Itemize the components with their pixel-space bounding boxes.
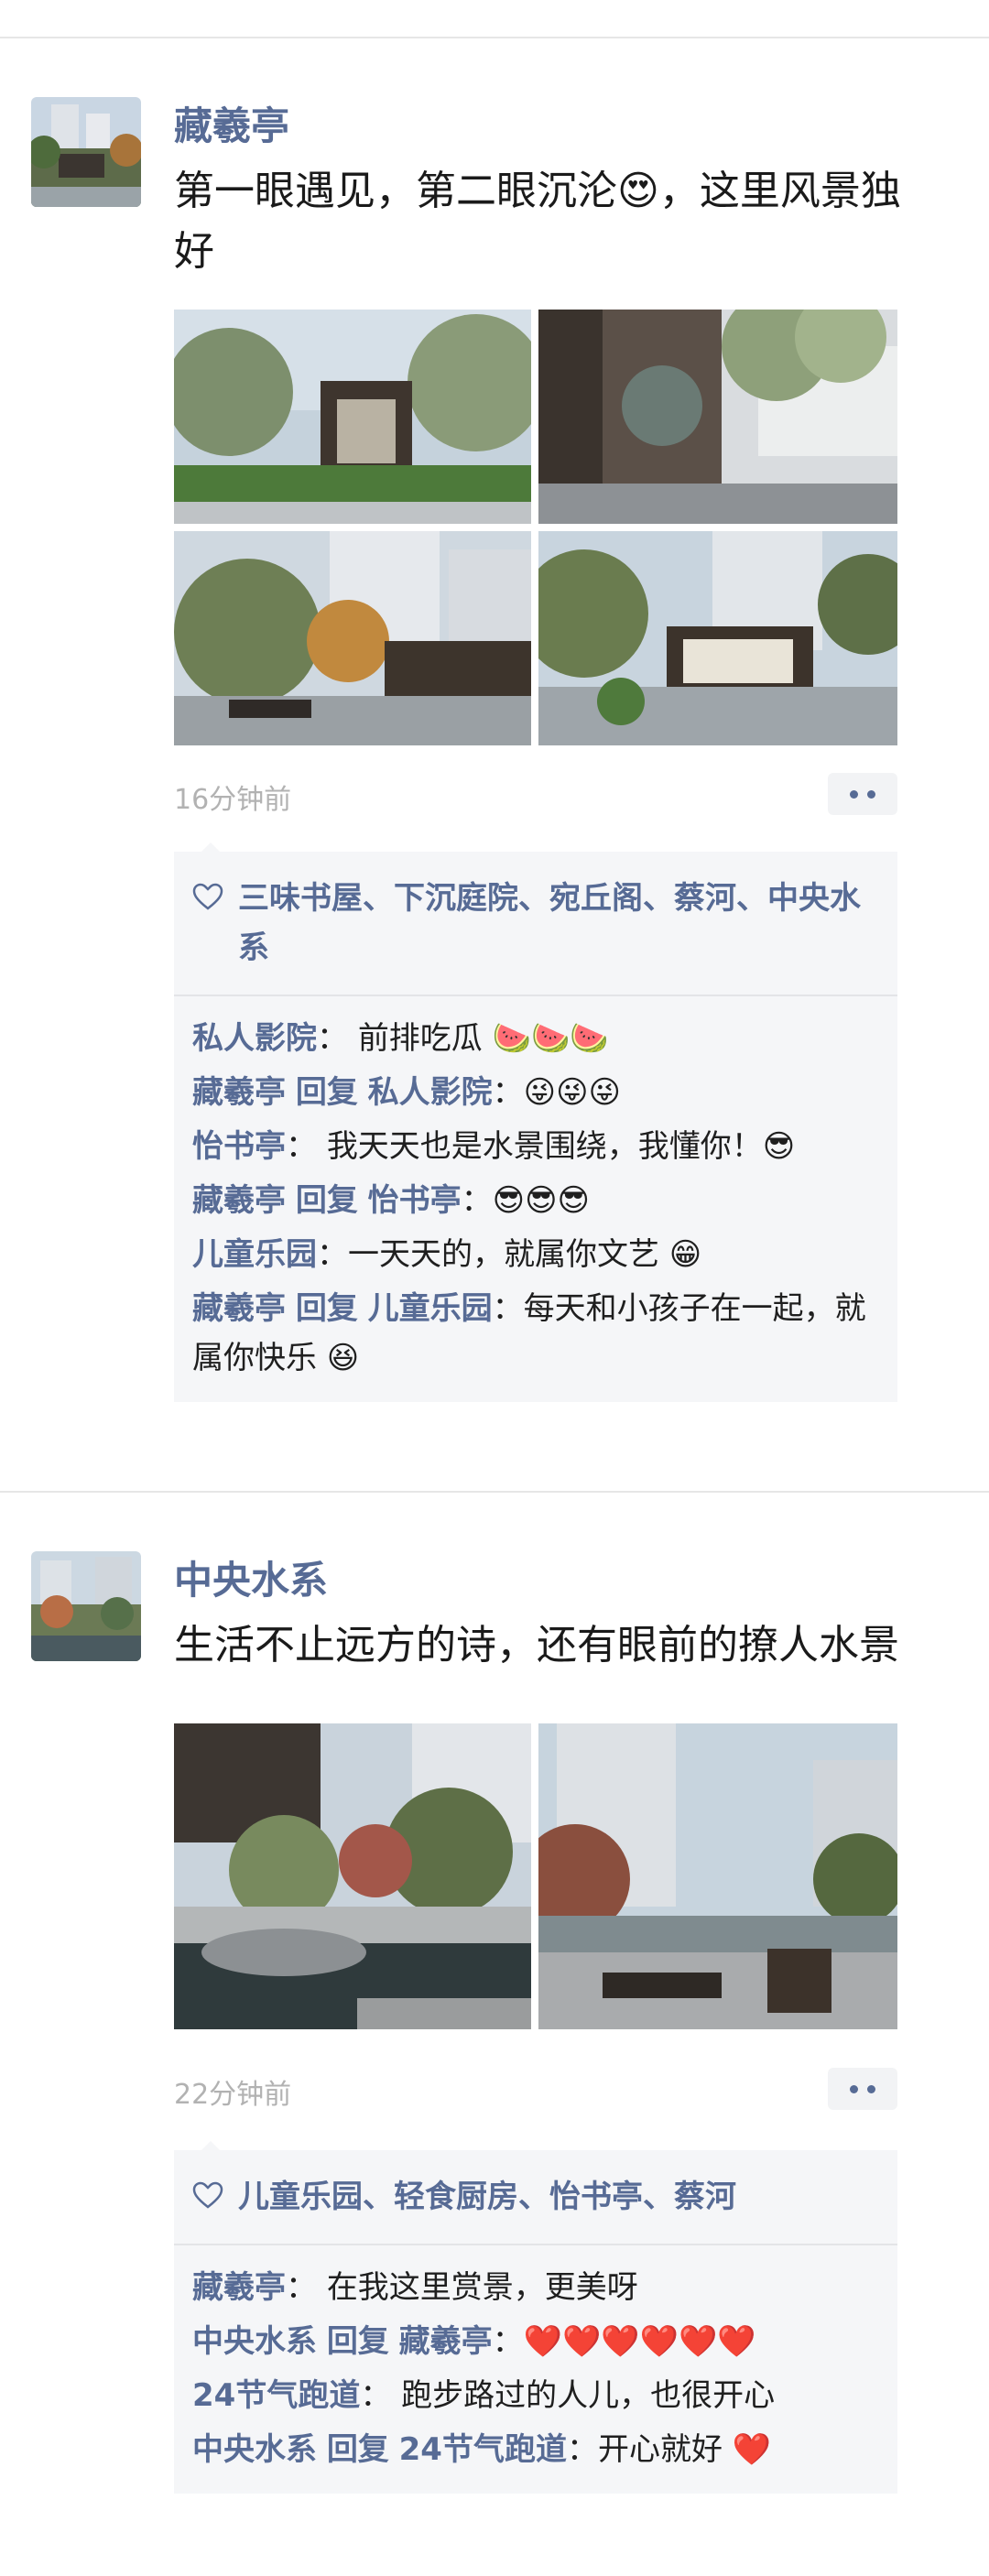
comment[interactable]: 藏羲亭 回复 怡书亭：😎😎😎 [192, 1176, 879, 1225]
reply-to-name[interactable]: 藏羲亭 [399, 2323, 493, 2360]
comment-list: 藏羲亭： 在我这里赏景，更美呀 中央水系 回复 藏羲亭：❤️❤️❤️❤️❤️❤️… [174, 2245, 897, 2494]
colon: ： [566, 2431, 598, 2468]
heart-icon [192, 2181, 223, 2209]
post-photo[interactable] [174, 310, 531, 524]
post-photo[interactable] [174, 1723, 531, 2029]
colon: ： [492, 2323, 524, 2360]
post-time: 16分钟前 [174, 784, 292, 816]
comment-text: 😎😎😎 [492, 1182, 590, 1219]
post-photo[interactable] [538, 1723, 897, 2029]
comment[interactable]: 私人影院： 前排吃瓜 🍉🍉🍉 [192, 1014, 879, 1063]
reply-to-name[interactable]: 私人影院 [368, 1074, 493, 1111]
reaction-panel: 三味书屋、下沉庭院、宛丘阁、蔡河、中央水系 私人影院： 前排吃瓜 🍉🍉🍉 藏羲亭… [174, 842, 897, 1402]
dot-icon [850, 789, 858, 799]
avatar[interactable] [31, 97, 141, 207]
more-options-button[interactable] [828, 2068, 897, 2110]
commenter-name[interactable]: 私人影院 [192, 1020, 317, 1057]
comment-list: 私人影院： 前排吃瓜 🍉🍉🍉 藏羲亭 回复 私人影院：😜😜😜 怡书亭： 我天天也… [174, 996, 897, 1402]
comment-text: 我天天也是水景围绕，我懂你！😎 [326, 1128, 796, 1165]
comment-text: 开心就好 ❤️ [597, 2431, 772, 2468]
colon: ： [286, 2269, 317, 2306]
commenter-name[interactable]: 中央水系 [192, 2431, 317, 2468]
more-options-button[interactable] [828, 773, 897, 815]
colon: ： [492, 1290, 524, 1327]
post-photo[interactable] [174, 531, 531, 745]
post-photo[interactable] [538, 310, 897, 524]
commenter-name[interactable]: 藏羲亭 [192, 1182, 286, 1219]
colon: ： [317, 1020, 348, 1057]
comment[interactable]: 中央水系 回复 24节气跑道：开心就好 ❤️ [192, 2425, 879, 2474]
comment[interactable]: 儿童乐园：一天天的，就属你文艺 😁 [192, 1230, 879, 1279]
colon: ： [317, 1236, 348, 1273]
colon: ： [461, 1182, 493, 1219]
heart-icon [192, 883, 223, 910]
comment-text: 在我这里赏景，更美呀 [326, 2269, 638, 2306]
top-divider [0, 37, 989, 38]
reply-label: 回复 [295, 1290, 358, 1327]
colon: ： [286, 1128, 317, 1165]
like-list[interactable]: 儿童乐园、轻食厨房、怡书亭、蔡河 [174, 2150, 897, 2244]
dot-icon [867, 2084, 875, 2093]
dot-icon [867, 789, 875, 799]
comment-text: 😜😜😜 [523, 1074, 621, 1111]
reply-label: 回复 [295, 1074, 358, 1111]
commenter-name[interactable]: 藏羲亭 [192, 1290, 286, 1327]
post-photo[interactable] [538, 531, 897, 745]
colon: ： [492, 1074, 524, 1111]
comment-text: ❤️❤️❤️❤️❤️❤️ [523, 2323, 756, 2360]
dot-icon [850, 2084, 858, 2093]
reply-label: 回复 [295, 1182, 358, 1219]
comment[interactable]: 中央水系 回复 藏羲亭：❤️❤️❤️❤️❤️❤️ [192, 2317, 879, 2366]
like-names: 三味书屋、下沉庭院、宛丘阁、蔡河、中央水系 [238, 880, 861, 966]
reply-label: 回复 [326, 2323, 389, 2360]
commenter-name[interactable]: 怡书亭 [192, 1128, 286, 1165]
post-divider [0, 1491, 989, 1493]
author-name[interactable]: 藏羲亭 [174, 95, 289, 151]
comment-text: 跑步路过的人儿，也很开心 [401, 2377, 776, 2414]
comment[interactable]: 藏羲亭 回复 私人影院：😜😜😜 [192, 1068, 879, 1117]
commenter-name[interactable]: 儿童乐园 [192, 1236, 317, 1273]
like-names: 儿童乐园、轻食厨房、怡书亭、蔡河 [238, 2179, 736, 2215]
comment-text: 一天天的，就属你文艺 😁 [348, 1236, 702, 1273]
comment[interactable]: 藏羲亭： 在我这里赏景，更美呀 [192, 2263, 879, 2312]
post-text: 第一眼遇见，第二眼沉沦😍，这里风景独好 [174, 168, 901, 275]
commenter-name[interactable]: 24节气跑道 [192, 2377, 360, 2414]
comment[interactable]: 藏羲亭 回复 儿童乐园：每天和小孩子在一起，就属你快乐 😆 [192, 1284, 879, 1383]
reply-label: 回复 [326, 2431, 389, 2468]
commenter-name[interactable]: 中央水系 [192, 2323, 317, 2360]
like-list[interactable]: 三味书屋、下沉庭院、宛丘阁、蔡河、中央水系 [174, 852, 897, 995]
commenter-name[interactable]: 藏羲亭 [192, 2269, 286, 2306]
post-text: 生活不止远方的诗，还有眼前的撩人水景 [174, 1622, 899, 1668]
post-time: 22分钟前 [174, 2079, 292, 2111]
comment-text: 前排吃瓜 🍉🍉🍉 [357, 1020, 609, 1057]
reply-to-name[interactable]: 怡书亭 [368, 1182, 462, 1219]
commenter-name[interactable]: 藏羲亭 [192, 1074, 286, 1111]
comment-text: 每天和小孩子在一起，就属你快乐 😆 [192, 1290, 866, 1376]
author-name[interactable]: 中央水系 [174, 1549, 328, 1605]
reply-to-name[interactable]: 24节气跑道 [399, 2431, 567, 2468]
colon: ： [360, 2377, 392, 2414]
comment[interactable]: 24节气跑道： 跑步路过的人儿，也很开心 [192, 2371, 879, 2420]
comment[interactable]: 怡书亭： 我天天也是水景围绕，我懂你！😎 [192, 1122, 879, 1171]
reply-to-name[interactable]: 儿童乐园 [368, 1290, 493, 1327]
reaction-panel: 儿童乐园、轻食厨房、怡书亭、蔡河 藏羲亭： 在我这里赏景，更美呀 中央水系 回复… [174, 2141, 897, 2494]
avatar[interactable] [31, 1551, 141, 1661]
